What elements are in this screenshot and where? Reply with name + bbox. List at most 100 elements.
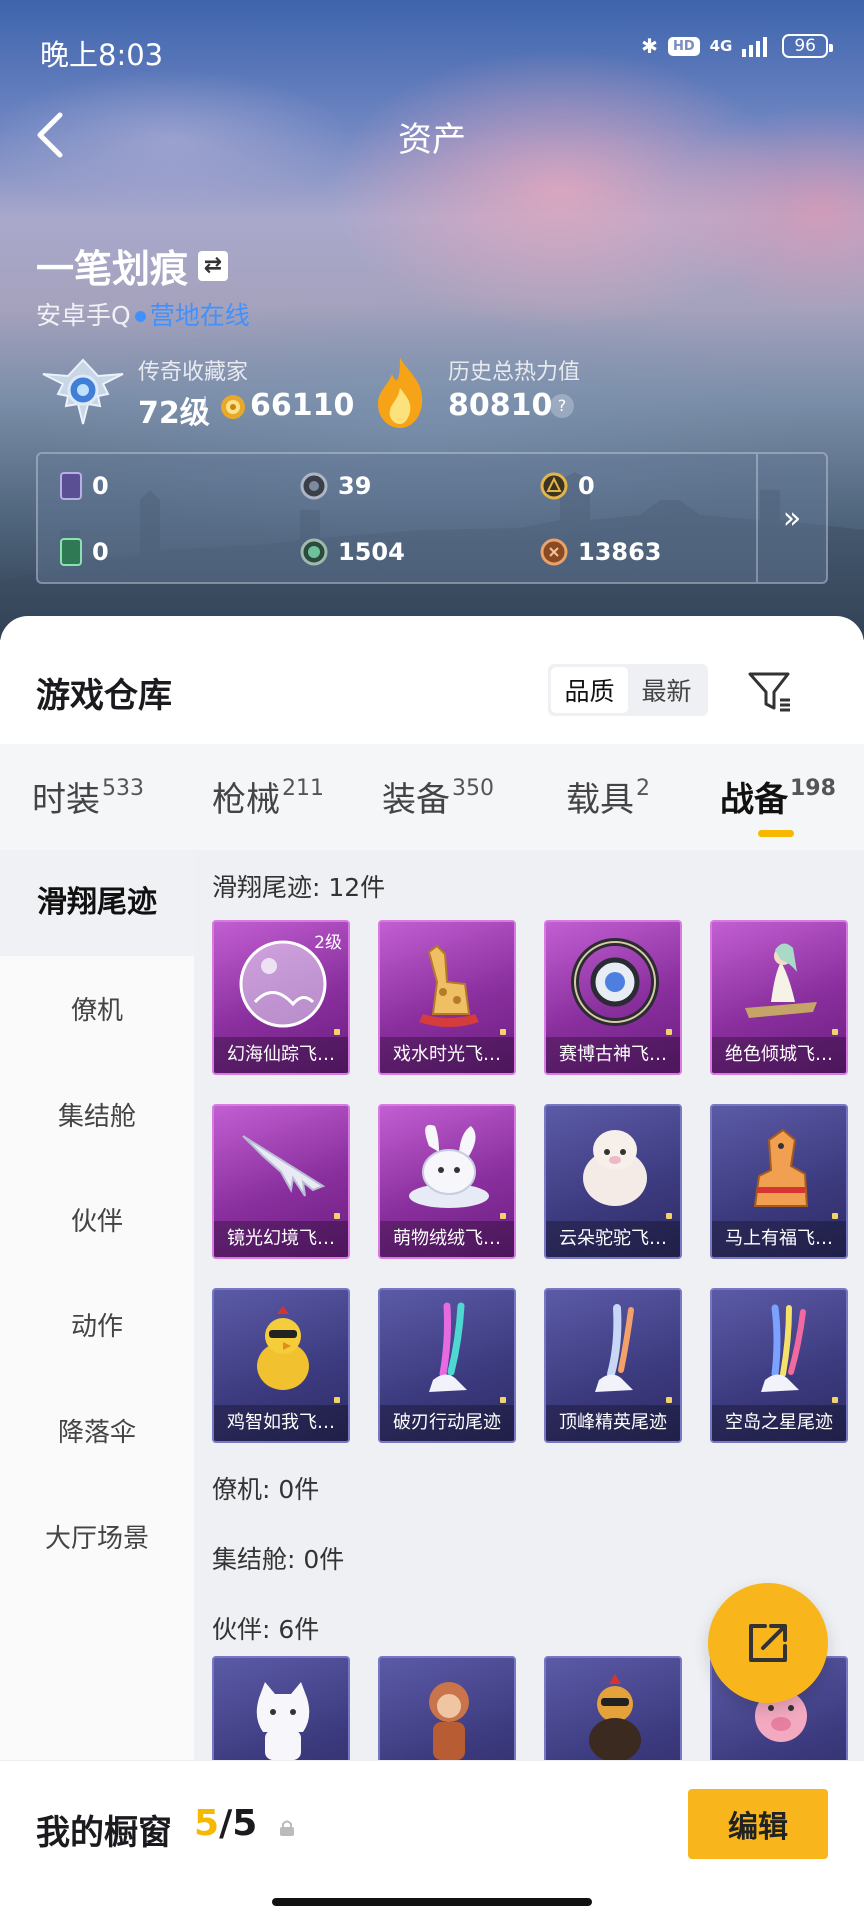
heat-stat[interactable]: 历史总热力值 80810 ? xyxy=(370,350,630,435)
sidebar-item-lobby-scene[interactable]: 大厅场景 xyxy=(0,1518,194,1555)
resource-item: 1504 xyxy=(300,538,405,566)
lady-icon xyxy=(745,943,817,1018)
resource-item: 39 xyxy=(300,472,371,500)
section-title-glide: 滑翔尾迹: 12件 xyxy=(212,873,386,902)
filter-icon[interactable] xyxy=(744,666,794,716)
item-name: 戏水时光飞… xyxy=(380,1037,514,1073)
item-card[interactable]: 2级 幻海仙踪飞… xyxy=(212,920,350,1075)
section-title-wingman: 僚机: 0件 xyxy=(212,1475,320,1504)
lock-icon xyxy=(280,1820,294,1836)
tab-equipment[interactable]: 装备350 xyxy=(382,772,494,821)
ring-icon xyxy=(300,472,328,500)
tab-battle-gear[interactable]: 战备198 xyxy=(720,772,836,837)
tab-label: 战备 xyxy=(720,780,788,820)
green-card-icon xyxy=(60,538,82,566)
showcase-label: 我的橱窗 xyxy=(36,1813,172,1853)
resource-value: 0 xyxy=(578,472,595,500)
trail-icon xyxy=(761,1304,806,1392)
tab-label: 枪械 xyxy=(212,780,280,820)
copper-coin-icon xyxy=(540,538,568,566)
tab-vehicles[interactable]: 载具2 xyxy=(566,772,650,821)
player-name: 一笔划痕 xyxy=(36,247,189,291)
home-indicator xyxy=(272,1898,592,1906)
rooster-icon xyxy=(589,1674,641,1762)
card-icon xyxy=(60,472,82,500)
wing-icon xyxy=(242,1135,326,1197)
item-name: 镜光幻境飞… xyxy=(214,1221,348,1257)
online-dot-icon xyxy=(134,310,146,322)
heat-label: 历史总热力值 xyxy=(448,360,581,385)
item-card[interactable]: 绝色倾城飞… xyxy=(710,920,848,1075)
item-name: 幻海仙踪飞… xyxy=(214,1037,348,1073)
gold-coin-icon xyxy=(221,395,245,419)
item-card[interactable]: 萌物绒绒飞… xyxy=(378,1104,516,1259)
sort-newest-button[interactable]: 最新 xyxy=(628,667,705,713)
tab-count: 211 xyxy=(282,776,324,801)
sidebar-item-glide-trail[interactable]: 滑翔尾迹 xyxy=(0,850,194,956)
resource-value: 39 xyxy=(338,472,372,500)
sidebar-item-action[interactable]: 动作 xyxy=(0,1306,194,1343)
edit-button[interactable]: 编辑 xyxy=(688,1789,828,1859)
sidebar-item-wingman[interactable]: 僚机 xyxy=(0,990,194,1027)
item-card[interactable]: 顶峰精英尾迹 xyxy=(544,1288,682,1443)
resource-item: 0 xyxy=(60,538,109,566)
trail-icon xyxy=(429,1302,467,1392)
sort-quality-button[interactable]: 品质 xyxy=(551,667,628,713)
resources-panel: 0 39 0 0 1504 13863 » xyxy=(36,452,828,584)
warehouse-title: 游戏仓库 xyxy=(36,676,172,716)
status-bar: 晚上8:03 ✱ HD 4G 96 xyxy=(40,28,833,72)
item-name: 绝色倾城飞… xyxy=(712,1037,846,1073)
item-name: 破刃行动尾迹 xyxy=(380,1405,514,1441)
sidebar-item-assembly-pod[interactable]: 集结舱 xyxy=(0,1096,194,1133)
item-card[interactable]: 马上有福飞… xyxy=(710,1104,848,1259)
divider xyxy=(204,396,206,420)
gold-ring-icon xyxy=(540,472,568,500)
item-card[interactable]: 破刃行动尾迹 xyxy=(378,1288,516,1443)
tab-fashion[interactable]: 时装533 xyxy=(32,772,144,821)
bluetooth-icon: ✱ xyxy=(641,34,658,58)
player-name-row: 一笔划痕 ⇄ xyxy=(36,238,229,293)
switch-account-icon[interactable]: ⇄ xyxy=(198,250,229,281)
item-card[interactable]: 镜光幻境飞… xyxy=(212,1104,350,1259)
help-icon[interactable]: ? xyxy=(550,394,574,418)
resource-item: 0 xyxy=(60,472,109,500)
warehouse-sheet: 游戏仓库 品质 最新 时装533 枪械211 装备350 载具2 战备198 滑… xyxy=(0,616,864,1920)
resource-value: 0 xyxy=(92,472,109,500)
share-button[interactable] xyxy=(708,1583,828,1703)
resource-value: 0 xyxy=(92,538,109,566)
cyber-ring-icon xyxy=(571,938,659,1026)
item-card[interactable]: 云朵驼驼飞… xyxy=(544,1104,682,1259)
item-card[interactable]: 空岛之星尾迹 xyxy=(710,1288,848,1443)
platform-label: 安卓手Q xyxy=(36,301,131,330)
signal-icon xyxy=(742,37,768,57)
tab-guns[interactable]: 枪械211 xyxy=(212,772,324,821)
section-title-pod: 集结舱: 0件 xyxy=(212,1545,345,1574)
category-tabs: 时装533 枪械211 装备350 载具2 战备198 xyxy=(0,744,864,850)
item-name: 萌物绒绒飞… xyxy=(380,1221,514,1257)
resources-more-button[interactable]: » xyxy=(756,454,826,582)
resource-item: 0 xyxy=(540,472,595,500)
collector-coins: 66110 xyxy=(250,388,355,423)
sidebar: 滑翔尾迹 僚机 集结舱 伙伴 动作 降落伞 大厅场景 xyxy=(0,850,194,1810)
tab-label: 装备 xyxy=(382,780,450,820)
collector-stat[interactable]: 传奇收藏家 72级 66110 xyxy=(38,350,358,435)
showcase-bar: 我的橱窗 5/5 编辑 xyxy=(0,1760,864,1920)
horse-icon xyxy=(753,1128,809,1207)
section-title-partner: 伙伴: 6件 xyxy=(212,1615,320,1644)
tab-label: 载具 xyxy=(566,780,634,820)
item-name: 马上有福飞… xyxy=(712,1221,846,1257)
item-name: 空岛之星尾迹 xyxy=(712,1405,846,1441)
flame-icon xyxy=(378,358,423,428)
resource-value: 13863 xyxy=(578,538,662,566)
bunny-icon xyxy=(409,1124,489,1208)
battery-icon: 96 xyxy=(782,34,833,58)
item-card[interactable]: 鸡智如我飞… xyxy=(212,1288,350,1443)
sort-toggle: 品质 最新 xyxy=(548,664,708,716)
item-card[interactable]: 赛博古神飞… xyxy=(544,920,682,1075)
green-orb-icon xyxy=(300,538,328,566)
sidebar-item-parachute[interactable]: 降落伞 xyxy=(0,1412,194,1449)
item-card[interactable]: 戏水时光飞… xyxy=(378,920,516,1075)
tab-count: 350 xyxy=(452,776,494,801)
resource-value: 1504 xyxy=(338,538,405,566)
sidebar-item-partner[interactable]: 伙伴 xyxy=(0,1201,194,1238)
